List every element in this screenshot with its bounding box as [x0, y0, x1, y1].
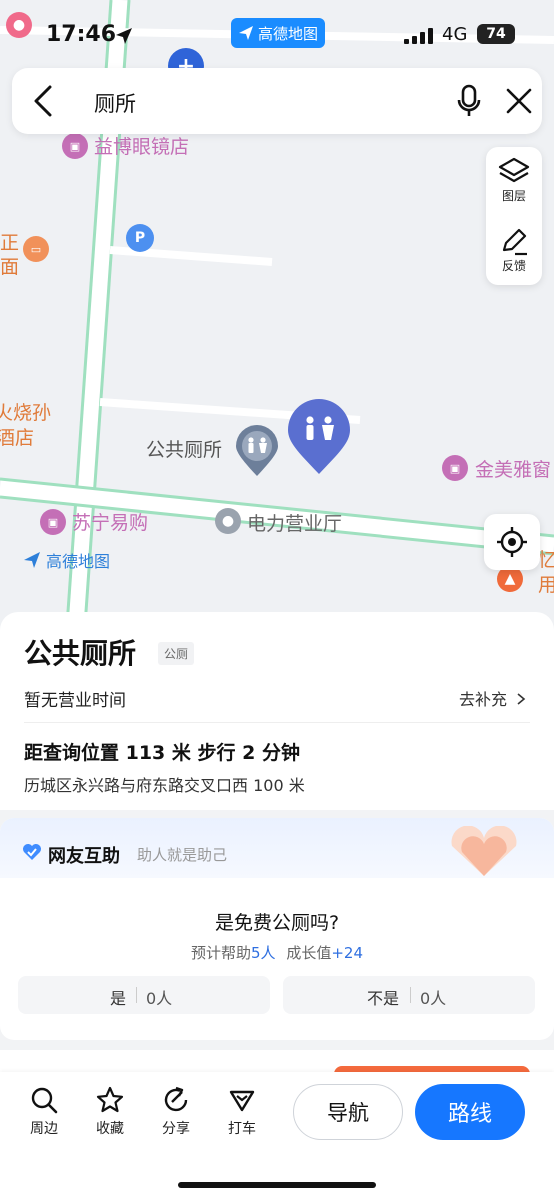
map-label-right-edge2: 用: [538, 574, 554, 596]
divider: [136, 987, 137, 1003]
map-watermark: 高德地图: [22, 548, 110, 572]
divider: [410, 987, 411, 1003]
heart-hands-illustration-icon: [451, 826, 517, 876]
taxi-label: 打车: [228, 1121, 256, 1137]
help-prefix: 预计帮助: [190, 944, 251, 962]
heart-badge-icon: [23, 844, 41, 860]
map-label-left-top2: 面: [0, 256, 20, 278]
toilet-pin-selected-icon[interactable]: [286, 398, 352, 476]
map-tools-panel: 图层 反馈: [486, 147, 542, 285]
food-icon: ▭: [23, 236, 49, 262]
map-label-power-office[interactable]: 电力营业厅: [247, 509, 342, 536]
network-type: 4G: [442, 24, 468, 45]
growth-value: +24: [331, 944, 363, 962]
share-button[interactable]: 分享: [151, 1086, 201, 1138]
share-label: 分享: [162, 1121, 190, 1137]
chevron-right-icon: [517, 693, 526, 705]
search-input[interactable]: 厕所: [94, 88, 136, 118]
amap-logo-icon: [24, 552, 40, 568]
divider: [24, 722, 530, 723]
place-category-tag: 公厕: [158, 642, 195, 665]
help-reward-line: 预计帮助5人 成长值+24: [0, 942, 554, 963]
distance-info: 距查询位置 113 米 步行 2 分钟: [24, 742, 300, 764]
taxi-icon: [229, 1090, 255, 1112]
search-bar[interactable]: 厕所: [12, 68, 542, 134]
share-icon: [164, 1086, 188, 1112]
map-label-suning[interactable]: 苏宁易购: [72, 508, 148, 535]
answer-yes-label: 是: [110, 989, 127, 1008]
map-label-left-mid2: 酒店: [0, 427, 35, 449]
nearby-label: 周边: [30, 1121, 58, 1137]
place-title: 公共厕所: [24, 637, 137, 670]
supplement-link[interactable]: 去补充: [459, 686, 526, 710]
growth-prefix: 成长值: [286, 944, 332, 962]
home-indicator[interactable]: [178, 1182, 376, 1188]
answer-no-button[interactable]: 不是 0人: [283, 976, 535, 1014]
community-help-card: 网友互助 助人就是助己 是免费公厕吗? 预计帮助5人 成长值+24 是 0人 不…: [0, 818, 554, 1040]
store-icon: ▣: [442, 455, 468, 481]
map-label-public-toilet[interactable]: 公共厕所: [146, 435, 222, 462]
app-badge-label: 高德地图: [257, 24, 318, 43]
office-pin-icon: ●: [215, 508, 241, 534]
map-label-left-top1: 正: [0, 232, 20, 254]
search-icon: [31, 1087, 58, 1114]
taxi-button[interactable]: 打车: [217, 1086, 267, 1138]
close-icon[interactable]: [506, 88, 532, 114]
battery-level: 74: [486, 26, 506, 42]
edit-pencil-icon: [502, 228, 527, 256]
favorite-label: 收藏: [96, 1121, 124, 1137]
place-address: 历城区永兴路与府东路交叉口西 100 米: [24, 776, 305, 795]
star-icon: [96, 1086, 124, 1113]
map-label-right-edge1: 忆: [538, 549, 554, 571]
back-arrow-icon[interactable]: [32, 85, 56, 117]
app-return-badge[interactable]: 高德地图: [231, 18, 325, 48]
store-icon: ▣: [40, 509, 66, 535]
battery-icon: 74: [477, 24, 515, 44]
feedback-button[interactable]: 反馈: [486, 227, 542, 274]
answer-no-count: 0人: [420, 989, 447, 1008]
toilet-pin-small-icon[interactable]: [234, 424, 280, 478]
nearby-button[interactable]: 周边: [19, 1086, 69, 1138]
survey-question: 是免费公厕吗?: [214, 912, 340, 934]
watermark-text: 高德地图: [46, 552, 111, 571]
status-bar: 17:46 高德地图 4G 74: [0, 18, 554, 58]
navigate-button[interactable]: 导航: [293, 1084, 403, 1140]
map-label-left-mid1: 火烧孙: [0, 402, 52, 424]
route-button[interactable]: 路线: [415, 1084, 525, 1140]
answer-yes-button[interactable]: 是 0人: [18, 976, 270, 1014]
map-label-store-jinmeiya[interactable]: 金美雅窗: [475, 455, 551, 482]
community-header: 网友互助 助人就是助己: [0, 818, 554, 878]
locate-me-button[interactable]: [484, 514, 540, 570]
clock: 17:46: [46, 22, 117, 47]
community-subtitle: 助人就是助己: [137, 846, 228, 864]
favorite-button[interactable]: 收藏: [85, 1086, 135, 1138]
layers-label: 图层: [501, 189, 526, 203]
bottom-action-bar: 周边 收藏 分享 打车 导航 路线: [0, 1072, 554, 1200]
parking-icon: P: [126, 224, 154, 252]
place-detail-sheet: 公共厕所 公厕 暂无营业时间 去补充 距查询位置 113 米 步行 2 分钟 历…: [0, 612, 554, 810]
signal-icon: [404, 28, 433, 44]
opening-hours: 暂无营业时间: [24, 691, 126, 711]
crosshair-icon: [497, 527, 527, 557]
feedback-label: 反馈: [501, 259, 526, 273]
answer-no-label: 不是: [367, 989, 400, 1008]
location-arrow-icon: [116, 28, 132, 44]
layers-button[interactable]: 图层: [486, 157, 542, 204]
map-label-optical-shop[interactable]: 益博眼镜店: [94, 132, 189, 159]
help-count: 5人: [251, 944, 276, 962]
community-title: 网友互助: [48, 846, 120, 867]
supplement-label: 去补充: [459, 690, 508, 709]
shop-icon: ▣: [62, 133, 88, 159]
microphone-icon[interactable]: [456, 84, 482, 118]
layers-icon: [498, 157, 530, 183]
answer-yes-count: 0人: [146, 989, 173, 1008]
amap-badge-icon: [238, 26, 253, 40]
